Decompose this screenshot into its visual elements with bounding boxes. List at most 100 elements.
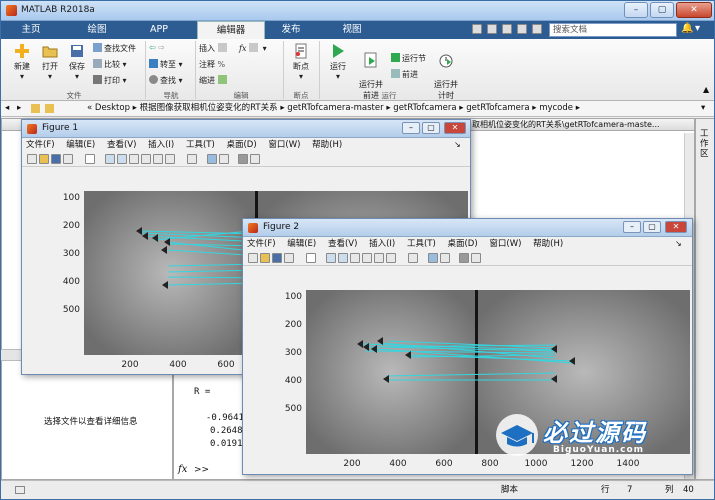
collapse-ribbon-icon[interactable]: ▲ [703,85,709,94]
legend-icon[interactable] [218,154,229,164]
data-cursor-icon[interactable] [373,253,384,263]
rotate-icon[interactable] [361,253,372,263]
dock-arrow-icon[interactable]: ↘ [675,239,682,248]
pointer-icon[interactable] [84,154,95,164]
back-arrow-icon[interactable]: ⇦ [149,43,156,52]
undo-quick-icon[interactable] [531,24,542,34]
bell-icon[interactable]: 🔔 [681,23,693,37]
forward-arrow-icon[interactable]: ⇨ [158,43,165,52]
menu-insert[interactable]: 插入(I) [148,140,174,150]
workspace-side-label[interactable]: 工作区 [700,129,712,159]
pan-hand-icon[interactable] [349,253,360,263]
cut-quick-icon[interactable] [486,24,497,34]
new-button[interactable]: 新建 ▾ [7,43,37,81]
maximize-button[interactable]: ▢ [643,221,661,233]
find-files-button[interactable]: 查找文件 [93,43,143,54]
save-button[interactable]: 保存 ▾ [63,43,91,81]
show-tools-icon[interactable] [250,154,261,164]
save-icon[interactable] [51,154,61,164]
up-folder-icon[interactable] [31,104,40,113]
menu-view[interactable]: 查看(V) [328,239,357,249]
tab-apps[interactable]: APP [131,21,187,39]
menu-desktop[interactable]: 桌面(D) [226,140,256,150]
print-button[interactable]: 打印 ▾ [93,75,143,86]
hide-tools-icon[interactable] [238,154,249,164]
dock-arrow-icon[interactable]: ↘ [454,140,461,149]
paste-quick-icon[interactable] [516,24,527,34]
menu-window[interactable]: 窗口(W) [268,140,300,150]
zoom-in-icon[interactable] [325,253,336,263]
minimize-button[interactable]: – [402,122,420,134]
goto-button[interactable]: 转至 ▾ [149,59,193,70]
figure-2-titlebar[interactable]: Figure 2 – ▢ ✕ [243,219,692,237]
tab-view[interactable]: 视图 [326,21,378,39]
data-cursor-icon[interactable] [152,154,163,164]
figure-1-titlebar[interactable]: Figure 1 – ▢ ✕ [22,120,470,138]
print-icon[interactable] [284,253,294,263]
zoom-out-icon[interactable] [337,253,348,263]
breadcrumb-item[interactable]: 根据图像获取相机位姿变化的RT关系 [140,103,278,113]
browse-folder-icon[interactable] [45,104,54,113]
menu-file[interactable]: 文件(F) [26,140,55,150]
run-section-button[interactable]: 运行节 [391,53,435,64]
menu-help[interactable]: 帮助(H) [312,140,342,150]
link-plot-icon[interactable] [407,253,418,263]
rotate-icon[interactable] [140,154,151,164]
menu-tools[interactable]: 工具(T) [407,239,436,249]
back-nav-icon[interactable]: ◂ [5,101,9,116]
hide-tools-icon[interactable] [459,253,470,263]
menu-help[interactable]: 帮助(H) [533,239,563,249]
tab-publish[interactable]: 发布 [265,21,317,39]
zoom-in-icon[interactable] [104,154,115,164]
compare-button[interactable]: 比较 ▾ [93,59,143,70]
breadcrumb-item[interactable]: Desktop [95,103,130,113]
menu-insert[interactable]: 插入(I) [369,239,395,249]
zoom-out-icon[interactable] [116,154,127,164]
open-icon[interactable] [39,154,49,164]
run-time-button[interactable]: 运行并 计时 [431,43,461,101]
print-icon[interactable] [63,154,73,164]
link-plot-icon[interactable] [186,154,197,164]
command-prompt[interactable]: >> [194,465,209,475]
minimize-button[interactable]: – [623,221,641,233]
fx-button[interactable]: fx ▾ [239,43,279,53]
pan-hand-icon[interactable] [128,154,139,164]
menu-tools[interactable]: 工具(T) [186,140,215,150]
close-button[interactable]: ✕ [665,221,687,233]
colorbar-icon[interactable] [427,253,438,263]
run-button[interactable]: 运行 ▾ [323,43,353,81]
address-dropdown-icon[interactable]: ▾ [701,101,705,116]
menu-window[interactable]: 窗口(W) [489,239,521,249]
new-figure-icon[interactable] [27,154,37,164]
maximize-button[interactable]: ▢ [422,122,440,134]
save-icon[interactable] [272,253,282,263]
new-figure-icon[interactable] [248,253,258,263]
show-tools-icon[interactable] [471,253,482,263]
comment-button[interactable]: 注释 % [199,59,239,70]
nav-back-forward[interactable]: ⇦ ⇨ [149,43,189,52]
breadcrumb-item[interactable]: mycode [539,103,573,113]
menu-edit[interactable]: 编辑(E) [287,239,316,249]
find-button[interactable]: 查找 ▾ [149,75,193,86]
breadcrumb-item[interactable]: getRTofcamera [393,103,456,113]
tab-home[interactable]: 主页 [5,21,57,39]
close-button[interactable]: ✕ [444,122,466,134]
breadcrumb-item[interactable]: getRTofcamera-master [287,103,383,113]
tab-editor[interactable]: 编辑器 [197,21,265,39]
insert-button[interactable]: 插入 [199,43,239,54]
minimize-button[interactable]: – [624,2,648,18]
breadcrumb-item[interactable]: getRTofcamera [466,103,529,113]
breakpoints-button[interactable]: 断点 ▾ [285,43,317,81]
menu-desktop[interactable]: 桌面(D) [447,239,477,249]
maximize-button[interactable]: ▢ [650,2,674,18]
brush-icon[interactable] [385,253,396,263]
brush-icon[interactable] [164,154,175,164]
menu-edit[interactable]: 编辑(E) [66,140,95,150]
colorbar-icon[interactable] [206,154,217,164]
breadcrumb-overflow[interactable]: « [87,103,92,113]
open-icon[interactable] [260,253,270,263]
open-button[interactable]: 打开 ▾ [35,43,65,81]
advance-button[interactable]: 前进 [391,69,435,80]
user-icon[interactable]: ▾ [695,23,709,37]
menu-file[interactable]: 文件(F) [247,239,276,249]
